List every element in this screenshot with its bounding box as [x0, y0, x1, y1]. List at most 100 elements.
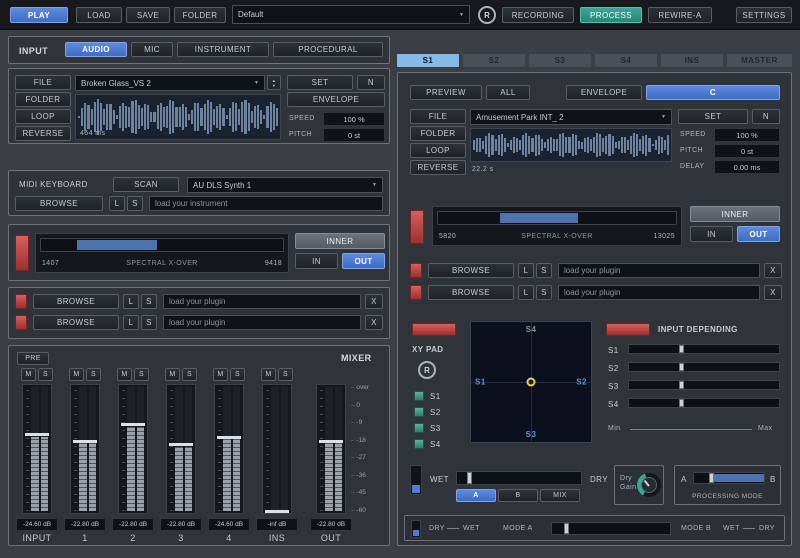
processing-mode-slider[interactable]: [693, 472, 765, 484]
load-slot-button[interactable]: L: [109, 196, 125, 211]
clear-plugin-button[interactable]: X: [764, 263, 782, 278]
tab-s1[interactable]: S1: [397, 54, 459, 67]
plugin-active-indicator[interactable]: [410, 285, 422, 300]
xover-range-slider[interactable]: [437, 211, 677, 225]
fader-cap[interactable]: [217, 436, 241, 439]
dry-gain-knob[interactable]: [637, 473, 661, 497]
loop-button[interactable]: LOOP: [410, 143, 466, 158]
browse-plugin-button[interactable]: BROWSE: [428, 285, 514, 300]
preview-button[interactable]: PREVIEW: [410, 85, 482, 100]
recording-button[interactable]: RECORDING: [502, 7, 574, 23]
file-button[interactable]: FILE: [15, 75, 71, 90]
speed-value[interactable]: 100 %: [323, 112, 385, 126]
scan-button[interactable]: SCAN: [113, 177, 179, 192]
browse-plugin-button[interactable]: BROWSE: [33, 315, 119, 330]
delay-value[interactable]: 0.00 ms: [714, 160, 780, 174]
solo-button[interactable]: S: [278, 368, 293, 381]
browse-instrument-button[interactable]: BROWSE: [15, 196, 103, 211]
browse-plugin-button[interactable]: BROWSE: [428, 263, 514, 278]
load-slot-button[interactable]: L: [518, 285, 534, 300]
pitch-value[interactable]: 0 st: [714, 144, 780, 158]
set-button[interactable]: SET: [678, 109, 748, 124]
waveform-display[interactable]: [470, 128, 672, 162]
mode-mix-button[interactable]: MIX: [540, 489, 580, 502]
depend-slider-s3[interactable]: [628, 380, 780, 390]
envelope-button[interactable]: ENVELOPE: [287, 92, 385, 107]
sample-dropdown[interactable]: Amusement Park INT_ 2 ▼: [470, 109, 672, 125]
mixer-fader-4[interactable]: [214, 384, 244, 514]
depend-slider-s1[interactable]: [628, 344, 780, 354]
process-button[interactable]: PROCESS: [580, 7, 642, 23]
plugin-active-indicator[interactable]: [410, 263, 422, 278]
mute-button[interactable]: M: [117, 368, 132, 381]
all-button[interactable]: ALL: [486, 85, 530, 100]
load-button[interactable]: LOAD: [76, 7, 122, 23]
slider-handle[interactable]: [467, 472, 472, 484]
fader-cap[interactable]: [121, 423, 145, 426]
folder-button[interactable]: FOLDER: [410, 126, 466, 141]
mode-b-button[interactable]: B: [498, 489, 538, 502]
mixer-fader-out[interactable]: [316, 384, 346, 514]
morph-slider[interactable]: [551, 522, 671, 535]
depend-slider-s2[interactable]: [628, 362, 780, 372]
pitch-value[interactable]: 0 st: [323, 128, 385, 142]
browse-plugin-button[interactable]: BROWSE: [33, 294, 119, 309]
envelope-button[interactable]: ENVELOPE: [566, 85, 642, 100]
clear-plugin-button[interactable]: X: [365, 315, 383, 330]
xover-active-indicator[interactable]: [15, 235, 29, 271]
out-button[interactable]: OUT: [737, 226, 780, 242]
instrument-dropdown[interactable]: AU DLS Synth 1 ▼: [187, 177, 383, 193]
fader-cap[interactable]: [25, 433, 49, 436]
save-slot-button[interactable]: S: [141, 315, 157, 330]
fader-cap[interactable]: [169, 443, 193, 446]
crossfade-button[interactable]: C: [646, 85, 780, 100]
mode-a-button[interactable]: A: [456, 489, 496, 502]
tab-s2[interactable]: S2: [463, 54, 525, 67]
save-slot-button[interactable]: S: [141, 294, 157, 309]
load-slot-button[interactable]: L: [123, 294, 139, 309]
mute-button[interactable]: M: [261, 368, 276, 381]
xover-active-indicator[interactable]: [410, 210, 424, 244]
rewire-button[interactable]: REWIRE-A: [648, 7, 712, 23]
fader-cap[interactable]: [73, 440, 97, 443]
wet-dry-slider[interactable]: [456, 471, 582, 485]
clear-plugin-button[interactable]: X: [764, 285, 782, 300]
xover-range[interactable]: [500, 213, 579, 223]
mixer-fader-1[interactable]: [70, 384, 100, 514]
xy-source-s2-toggle[interactable]: [414, 407, 424, 417]
input-instrument-button[interactable]: INSTRUMENT: [177, 42, 269, 57]
slider-handle[interactable]: [679, 345, 684, 353]
folder-button[interactable]: FOLDER: [15, 92, 71, 107]
slider-handle[interactable]: [679, 363, 684, 371]
xy-source-s1-toggle[interactable]: [414, 391, 424, 401]
slider-handle[interactable]: [709, 473, 714, 483]
mute-button[interactable]: M: [21, 368, 36, 381]
in-button[interactable]: IN: [690, 226, 733, 242]
inner-button[interactable]: INNER: [690, 206, 780, 222]
reverse-button[interactable]: REVERSE: [410, 160, 466, 175]
xy-active-indicator[interactable]: [412, 323, 456, 336]
preset-dropdown[interactable]: Default ▼: [232, 5, 470, 24]
mixer-fader-ins[interactable]: [262, 384, 292, 514]
solo-button[interactable]: S: [134, 368, 149, 381]
plugin-active-indicator[interactable]: [15, 315, 27, 330]
input-mic-button[interactable]: MIC: [131, 42, 173, 57]
out-button[interactable]: OUT: [342, 253, 385, 269]
slider-handle[interactable]: [679, 381, 684, 389]
save-button[interactable]: SAVE: [126, 7, 170, 23]
loop-button[interactable]: LOOP: [15, 109, 71, 124]
slider-handle[interactable]: [679, 399, 684, 407]
fader-cap[interactable]: [265, 510, 289, 513]
mixer-fader-3[interactable]: [166, 384, 196, 514]
solo-button[interactable]: S: [230, 368, 245, 381]
xover-range[interactable]: [77, 240, 157, 250]
solo-button[interactable]: S: [38, 368, 53, 381]
sample-spinner[interactable]: ▲ ▼: [267, 75, 281, 90]
fader-cap[interactable]: [319, 440, 343, 443]
file-button[interactable]: FILE: [410, 109, 466, 124]
save-slot-button[interactable]: S: [127, 196, 143, 211]
waveform-display[interactable]: 464 ms: [75, 94, 281, 140]
xy-reset-button[interactable]: R: [418, 361, 436, 379]
tab-s4[interactable]: S4: [595, 54, 657, 67]
morph-indicator[interactable]: [411, 520, 421, 538]
